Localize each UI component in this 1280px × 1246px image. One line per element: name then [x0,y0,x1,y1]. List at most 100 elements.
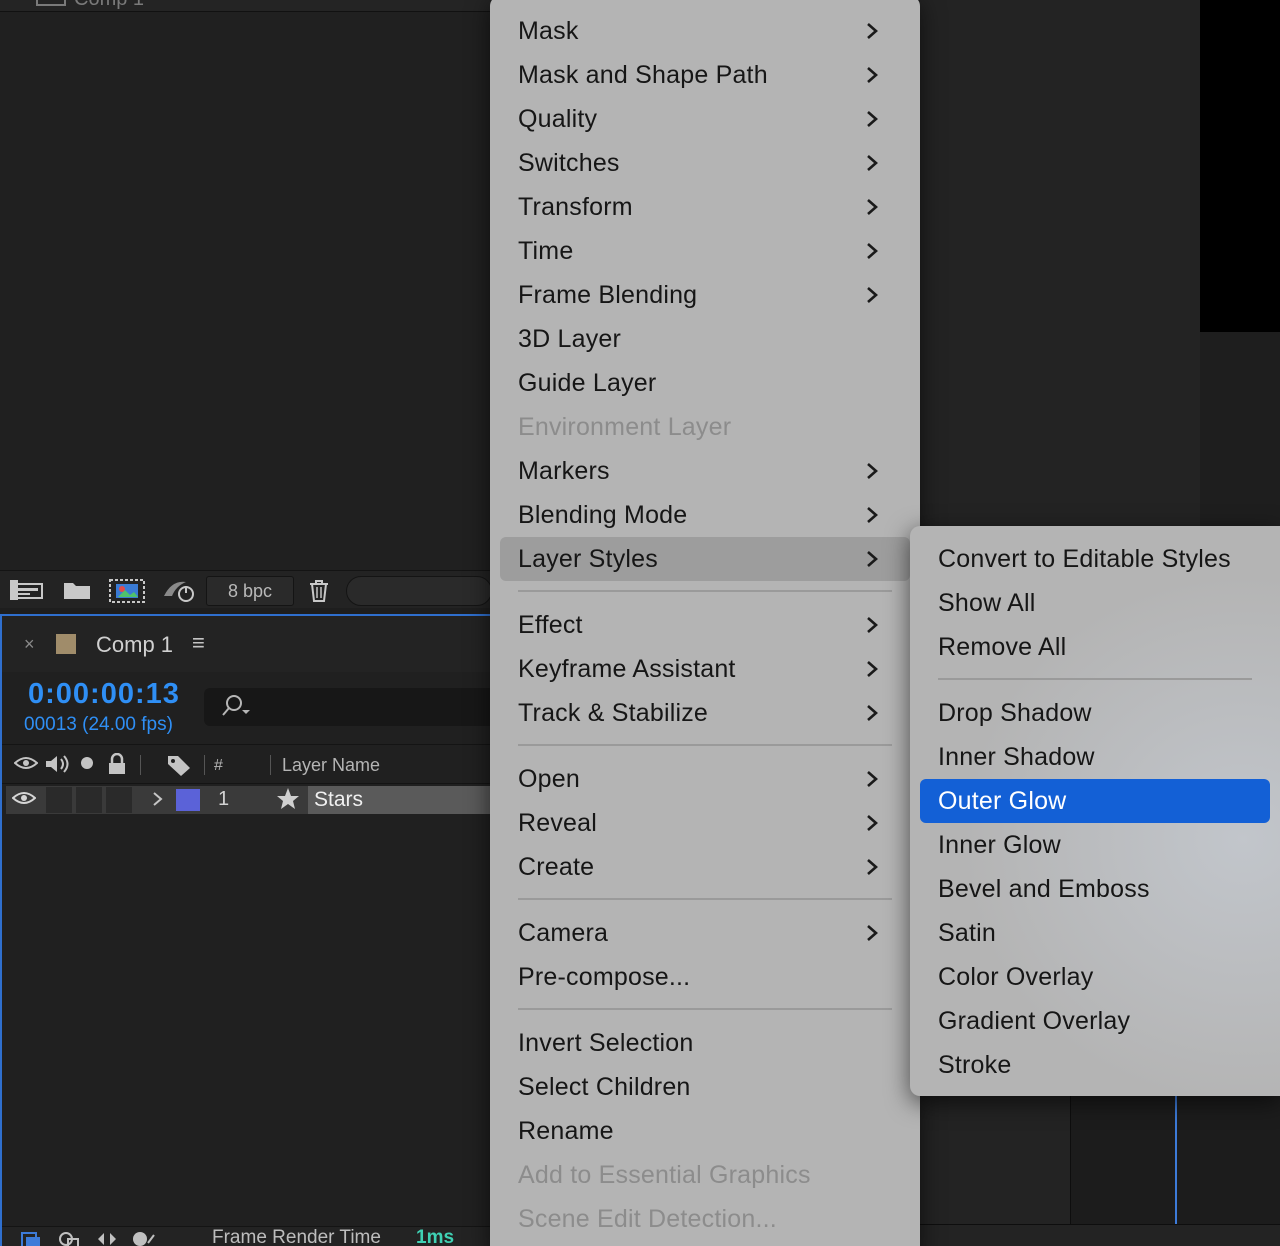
search-icon [218,692,254,727]
menu-item-markers[interactable]: Markers [500,449,910,493]
menu-item-label: 3D Layer [518,325,622,353]
thumbnail-size-slider[interactable] [346,576,492,606]
chevron-right-icon [867,23,878,39]
submenu-item-stroke[interactable]: Stroke [920,1043,1270,1087]
panel-menu-icon[interactable]: ≡ [192,630,205,656]
folder-icon[interactable] [62,578,92,607]
current-timecode[interactable]: 0:00:00:13 [28,678,180,711]
audio-switch[interactable] [46,787,72,813]
submenu-item-satin[interactable]: Satin [920,911,1270,955]
render-time-icon[interactable] [130,1229,158,1246]
composition-flowchart-icon[interactable] [10,578,46,607]
submenu-item-convert-to-editable-styles[interactable]: Convert to Editable Styles [920,537,1270,581]
menu-item-layer-styles[interactable]: Layer Styles [500,537,910,581]
chevron-right-icon [867,155,878,171]
menu-item-blending-mode[interactable]: Blending Mode [500,493,910,537]
menu-item-scene-edit-detection: Scene Edit Detection... [500,1197,910,1241]
menu-item-3d-layer[interactable]: 3D Layer [500,317,910,361]
submenu-item-label: Bevel and Emboss [938,875,1150,903]
submenu-item-inner-glow[interactable]: Inner Glow [920,823,1270,867]
menu-item-frame-blending[interactable]: Frame Blending [500,273,910,317]
menu-item-keyframe-assistant[interactable]: Keyframe Assistant [500,647,910,691]
submenu-item-color-overlay[interactable]: Color Overlay [920,955,1270,999]
menu-item-pre-compose[interactable]: Pre-compose... [500,955,910,999]
frame-readout: 00013 (24.00 fps) [24,714,173,735]
submenu-item-inner-shadow[interactable]: Inner Shadow [920,735,1270,779]
project-bit-depth[interactable]: 8 bpc [206,576,294,606]
column-divider[interactable] [204,755,205,775]
timeline-tab-title[interactable]: Comp 1 [96,632,173,658]
menu-item-label: Reveal [518,809,598,837]
layer-name-column[interactable]: Layer Name [282,755,380,776]
menu-item-open[interactable]: Open [500,757,910,801]
submenu-item-outer-glow[interactable]: Outer Glow [920,779,1270,823]
current-time-indicator[interactable] [1175,1090,1177,1230]
layer-number-column: # [214,757,223,774]
menu-item-select-children[interactable]: Select Children [500,1065,910,1109]
menu-item-mask[interactable]: Mask [500,9,910,53]
composition-viewer[interactable] [2,14,490,570]
menu-item-invert-selection[interactable]: Invert Selection [500,1021,910,1065]
menu-item-label: Add to Essential Graphics [518,1161,811,1189]
composition-label-swatch [56,634,76,654]
submenu-item-gradient-overlay[interactable]: Gradient Overlay [920,999,1270,1043]
layer-name-field[interactable]: Stars [308,786,492,814]
timeline-footer: Frame Render Time 1ms [2,1226,492,1246]
visibility-eye-icon[interactable] [11,788,37,813]
layer-switches-icon[interactable] [18,1229,42,1246]
menu-item-label: Time [518,237,574,265]
shape-layer-star-icon [276,786,300,818]
layer-search-input[interactable] [204,688,492,726]
menu-item-quality[interactable]: Quality [500,97,910,141]
menu-item-label: Effect [518,611,583,639]
submenu-item-drop-shadow[interactable]: Drop Shadow [920,691,1270,735]
layer-row[interactable]: 1 Stars [6,786,492,814]
menu-item-label: Select Children [518,1073,691,1101]
in-out-icon[interactable] [94,1229,120,1246]
menu-item-label: Environment Layer [518,413,732,441]
menu-item-add-to-essential-graphics: Add to Essential Graphics [500,1153,910,1197]
menu-item-label: Mask [518,17,579,45]
viewer-black-area [1200,0,1280,332]
timeline-graph-area[interactable] [1070,1090,1280,1230]
solo-switch[interactable] [76,787,102,813]
timeline-tab-header: × Comp 1 ≡ [2,616,492,672]
chevron-right-icon [867,463,878,479]
menu-item-switches[interactable]: Switches [500,141,910,185]
composition-panel: Comp 1 [0,0,492,608]
eye-icon[interactable] [13,753,39,779]
submenu-item-remove-all[interactable]: Remove All [920,625,1270,669]
chevron-right-icon [867,507,878,523]
menu-item-effect[interactable]: Effect [500,603,910,647]
solo-icon[interactable] [78,753,96,779]
speaker-icon[interactable] [44,753,70,781]
fast-previews-icon[interactable] [160,578,198,609]
menu-separator [518,898,892,900]
lock-switch[interactable] [106,787,132,813]
menu-item-mask-and-shape-path[interactable]: Mask and Shape Path [500,53,910,97]
menu-item-guide-layer[interactable]: Guide Layer [500,361,910,405]
trash-icon[interactable] [306,578,332,609]
snapshot-icon[interactable] [108,578,146,609]
menu-item-rename[interactable]: Rename [500,1109,910,1153]
transfer-controls-icon[interactable] [56,1229,82,1246]
menu-item-reveal[interactable]: Reveal [500,801,910,845]
column-divider[interactable] [140,755,141,775]
composition-tab-title[interactable]: Comp 1 [74,0,144,11]
menu-item-time[interactable]: Time [500,229,910,273]
column-divider[interactable] [270,755,271,775]
submenu-item-show-all[interactable]: Show All [920,581,1270,625]
chevron-right-icon[interactable] [150,787,166,817]
layer-context-menu: Mask Mask and Shape Path Quality Switche… [490,0,920,1246]
submenu-item-bevel-and-emboss[interactable]: Bevel and Emboss [920,867,1270,911]
chevron-right-icon [867,67,878,83]
layer-label-color[interactable] [176,789,200,811]
label-tag-icon[interactable] [166,753,192,783]
lock-icon[interactable] [106,752,128,781]
menu-item-camera[interactable]: Camera [500,911,910,955]
menu-item-create[interactable]: Create [500,845,910,889]
menu-item-label: Mask and Shape Path [518,61,768,89]
close-icon[interactable]: × [24,634,35,655]
menu-item-track-stabilize[interactable]: Track & Stabilize [500,691,910,735]
menu-item-transform[interactable]: Transform [500,185,910,229]
